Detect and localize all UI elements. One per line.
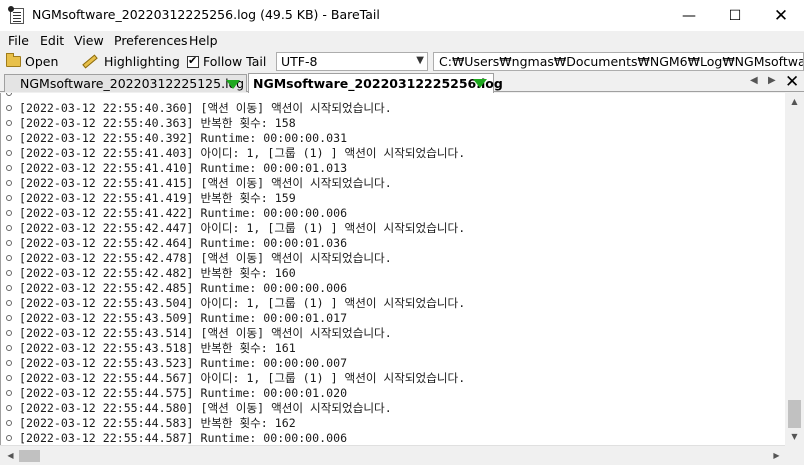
line-marker-icon <box>6 150 12 156</box>
log-line: [2022-03-12 22:55:40.363] 반복한 횟수: 158 <box>19 116 296 130</box>
line-marker-icon <box>6 390 12 396</box>
tab-menu-triangle-icon[interactable] <box>473 79 487 88</box>
line-marker-icon <box>6 375 12 381</box>
folder-icon <box>6 53 21 67</box>
tab-label: NGMsoftware_20220312225256.log <box>253 76 503 91</box>
log-line: [2022-03-12 22:55:43.509] Runtime: 00:00… <box>19 311 348 325</box>
scroll-left-icon[interactable]: ◀ <box>2 447 19 464</box>
line-marker-icon <box>6 180 12 186</box>
tab-log-225125[interactable]: NGMsoftware_20220312225125.log <box>4 74 247 92</box>
tab-bar: NGMsoftware_20220312225125.log NGMsoftwa… <box>0 73 804 93</box>
log-line: [2022-03-12 22:55:41.410] Runtime: 00:00… <box>19 161 348 175</box>
log-line: [2022-03-12 22:55:40.360] [액션 이동] 액션이 시작… <box>19 101 392 115</box>
open-button[interactable]: Open <box>6 53 59 69</box>
scroll-down-icon[interactable]: ▼ <box>785 428 804 445</box>
line-marker-icon <box>6 405 12 411</box>
log-line: [2022-03-12 22:55:43.518] 반복한 횟수: 161 <box>19 341 296 355</box>
line-marker-icon <box>6 345 12 351</box>
line-marker-icon <box>6 240 12 246</box>
line-marker-icon <box>6 93 12 96</box>
log-line: [2022-03-12 22:55:42.447] 아이디: 1, [그룹 (1… <box>19 221 466 235</box>
follow-tail-label: Follow Tail <box>203 54 267 69</box>
log-line: [2022-03-12 22:55:44.583] 반복한 횟수: 162 <box>19 416 296 430</box>
baretail-app-icon[interactable] <box>8 6 24 24</box>
tab-scroll-left-icon[interactable]: ◀ <box>750 75 758 86</box>
log-line: [2022-03-12 22:55:41.403] 아이디: 1, [그룹 (1… <box>19 146 466 160</box>
menu-bar: File Edit View Preferences Help <box>0 31 804 51</box>
highlighting-label: Highlighting <box>104 54 180 69</box>
vertical-scrollbar[interactable]: ▲ ▼ <box>785 93 804 445</box>
horizontal-scroll-thumb[interactable] <box>19 450 40 462</box>
highlighter-icon <box>82 54 98 69</box>
title-bar: NGMsoftware_20220312225256.log (49.5 KB)… <box>0 0 804 31</box>
open-label: Open <box>25 54 59 69</box>
log-line: [2022-03-12 22:55:42.482] 반복한 횟수: 160 <box>19 266 296 280</box>
encoding-value: UTF-8 <box>281 54 318 69</box>
tab-log-225256[interactable]: NGMsoftware_20220312225256.log <box>248 73 503 93</box>
menu-view[interactable]: View <box>74 33 104 48</box>
line-marker-icon <box>6 105 12 111</box>
log-line: [2022-03-12 22:55:44.567] 아이디: 1, [그룹 (1… <box>19 371 466 385</box>
scroll-up-icon[interactable]: ▲ <box>785 93 804 110</box>
log-line: [2022-03-12 22:55:41.415] [액션 이동] 액션이 시작… <box>19 176 392 190</box>
file-path-value: C:₩Users₩ngmas₩Documents₩NGM6₩Log₩NGMsof… <box>439 54 804 69</box>
line-marker-icon <box>6 300 12 306</box>
scrollbar-corner <box>785 445 804 465</box>
line-marker-icon <box>6 135 12 141</box>
line-marker-icon <box>6 195 12 201</box>
menu-file[interactable]: File <box>8 33 29 48</box>
horizontal-scrollbar[interactable]: ◀ ▶ <box>0 445 785 465</box>
tab-scroll-right-icon[interactable]: ▶ <box>768 75 776 86</box>
line-marker-icon <box>6 330 12 336</box>
menu-edit[interactable]: Edit <box>40 33 64 48</box>
log-view[interactable]: [2022-03-12 22:55:40.360] [액션 이동] 액션이 시작… <box>0 93 785 445</box>
follow-tail-toggle[interactable]: Follow Tail <box>187 54 266 69</box>
log-line: [2022-03-12 22:55:43.523] Runtime: 00:00… <box>19 356 348 370</box>
log-line: [2022-03-12 22:55:43.504] 아이디: 1, [그룹 (1… <box>19 296 466 310</box>
maximize-icon[interactable]: ☐ <box>712 0 758 31</box>
encoding-select[interactable]: UTF-8 ▼ <box>276 52 428 71</box>
line-marker-icon <box>6 225 12 231</box>
line-marker-icon <box>6 420 12 426</box>
line-marker-icon <box>6 165 12 171</box>
close-icon[interactable]: ✕ <box>758 0 804 31</box>
menu-help[interactable]: Help <box>189 33 218 48</box>
log-line: [2022-03-12 22:55:42.464] Runtime: 00:00… <box>19 236 348 250</box>
log-line: [2022-03-12 22:55:44.575] Runtime: 00:00… <box>19 386 348 400</box>
line-marker-icon <box>6 270 12 276</box>
line-marker-icon <box>6 210 12 216</box>
scroll-right-icon[interactable]: ▶ <box>768 447 785 464</box>
line-gutter <box>1 93 17 445</box>
file-path-field[interactable]: C:₩Users₩ngmas₩Documents₩NGM6₩Log₩NGMsof… <box>433 52 804 71</box>
line-marker-icon <box>6 435 12 441</box>
menu-preferences[interactable]: Preferences <box>114 33 188 48</box>
line-marker-icon <box>6 360 12 366</box>
log-line: [2022-03-12 22:55:41.422] Runtime: 00:00… <box>19 206 348 220</box>
close-tab-icon[interactable]: ✕ <box>785 72 799 92</box>
line-marker-icon <box>6 315 12 321</box>
line-marker-icon <box>6 120 12 126</box>
log-line: [2022-03-12 22:55:44.580] [액션 이동] 액션이 시작… <box>19 401 392 415</box>
minimize-icon[interactable]: — <box>666 0 712 31</box>
log-line: [2022-03-12 22:55:40.392] Runtime: 00:00… <box>19 131 348 145</box>
log-line: [2022-03-12 22:55:42.478] [액션 이동] 액션이 시작… <box>19 251 392 265</box>
chevron-down-icon[interactable]: ▼ <box>416 55 424 66</box>
line-marker-icon <box>6 285 12 291</box>
tab-menu-triangle-icon[interactable] <box>226 80 240 89</box>
highlighting-button[interactable]: Highlighting <box>80 54 180 69</box>
log-line: [2022-03-12 22:55:41.419] 반복한 횟수: 159 <box>19 191 296 205</box>
vertical-scroll-thumb[interactable] <box>788 400 801 428</box>
log-line: [2022-03-12 22:55:44.587] Runtime: 00:00… <box>19 431 348 445</box>
log-line: [2022-03-12 22:55:42.485] Runtime: 00:00… <box>19 281 348 295</box>
tab-label: NGMsoftware_20220312225125.log <box>20 76 245 91</box>
log-line: [2022-03-12 22:55:43.514] [액션 이동] 액션이 시작… <box>19 326 392 340</box>
follow-tail-checkbox[interactable] <box>187 54 199 68</box>
window-title: NGMsoftware_20220312225256.log (49.5 KB)… <box>32 7 380 22</box>
line-marker-icon <box>6 255 12 261</box>
